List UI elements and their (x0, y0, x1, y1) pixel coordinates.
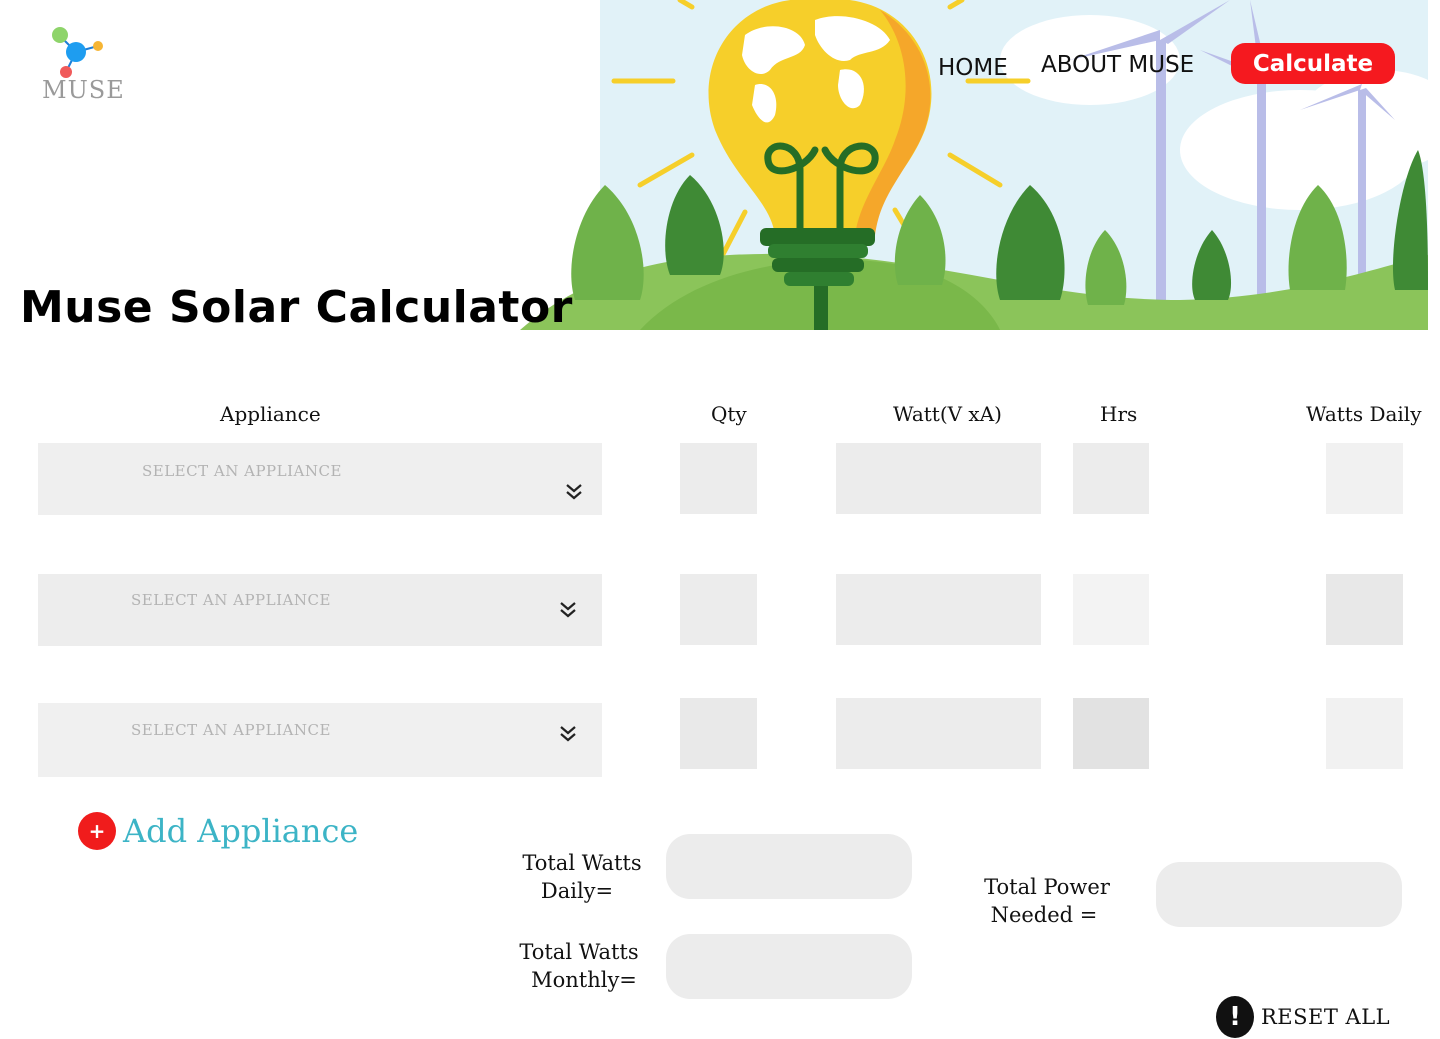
appliance-select[interactable]: SELECT AN APPLIANCE (38, 443, 602, 515)
plus-icon: + (78, 812, 116, 850)
calculate-button[interactable]: Calculate (1231, 43, 1395, 84)
total-watts-daily-output (666, 834, 912, 899)
column-header-watt: Watt(V xA) (893, 402, 1002, 426)
watt-input[interactable] (836, 574, 1041, 645)
total-power-needed-label: Total Power Needed = (984, 875, 1110, 927)
watts-daily-output (1326, 574, 1403, 645)
appliance-select-placeholder: SELECT AN APPLIANCE (131, 721, 331, 739)
hrs-input[interactable] (1073, 443, 1149, 514)
watt-input[interactable] (836, 698, 1041, 769)
total-watts-monthly-label: Total Watts Monthly= (519, 940, 639, 992)
appliance-select-placeholder: SELECT AN APPLIANCE (131, 591, 331, 609)
column-header-watts-daily: Watts Daily (1306, 402, 1422, 426)
appliance-select[interactable]: SELECT AN APPLIANCE (38, 574, 602, 646)
column-header-qty: Qty (711, 402, 747, 426)
chevron-double-down-icon (560, 726, 576, 742)
reset-all-label: RESET ALL (1261, 1005, 1391, 1029)
appliance-select-placeholder: SELECT AN APPLIANCE (142, 462, 342, 480)
exclamation-icon: ! (1216, 996, 1254, 1038)
chevron-double-down-icon (566, 484, 582, 500)
watts-daily-output (1326, 698, 1403, 769)
qty-input[interactable] (680, 574, 757, 645)
watt-input[interactable] (836, 443, 1041, 514)
hrs-input[interactable] (1073, 574, 1149, 645)
hero-banner: MUSE HOME ABOUT MUSE Calculate Muse Sola… (0, 0, 1428, 330)
total-watts-monthly-output (666, 934, 912, 999)
watts-daily-output (1326, 443, 1403, 514)
logo-text[interactable]: MUSE (42, 76, 125, 104)
nav-about-muse[interactable]: ABOUT MUSE (1041, 52, 1194, 78)
reset-all-button[interactable]: ! RESET ALL (1216, 996, 1390, 1038)
page-title: Muse Solar Calculator (20, 282, 573, 330)
nav-home[interactable]: HOME (938, 55, 1008, 81)
qty-input[interactable] (680, 698, 757, 769)
hrs-input[interactable] (1073, 698, 1149, 769)
add-appliance-label: Add Appliance (123, 812, 359, 850)
qty-input[interactable] (680, 443, 757, 514)
chevron-double-down-icon (560, 602, 576, 618)
hero-illustration (0, 0, 1428, 330)
appliance-select[interactable]: SELECT AN APPLIANCE (38, 703, 602, 777)
column-header-hrs: Hrs (1100, 402, 1138, 426)
column-header-appliance: Appliance (220, 402, 321, 426)
total-watts-daily-label: Total Watts Daily= (522, 851, 642, 903)
total-power-needed-output (1156, 862, 1402, 927)
add-appliance-button[interactable]: + Add Appliance (78, 812, 358, 850)
